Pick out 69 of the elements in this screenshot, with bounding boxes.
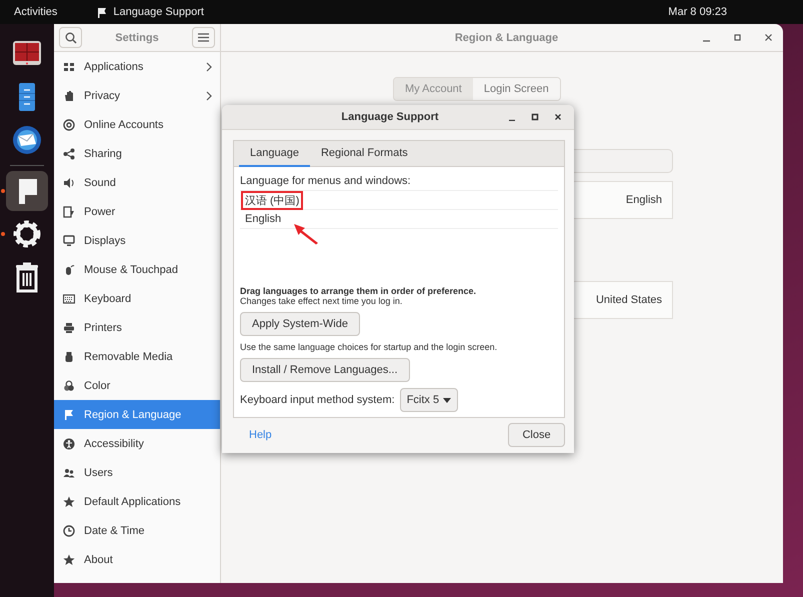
input-method-dropdown[interactable]: Fcitx 5 bbox=[400, 388, 458, 412]
usb-drive-icon bbox=[63, 350, 75, 362]
hint-text: Drag languages to arrange them in order of preference. bbox=[240, 286, 478, 296]
close-icon[interactable] bbox=[554, 113, 562, 121]
annotation-arrow bbox=[292, 223, 320, 245]
sidebar-item[interactable]: Power bbox=[54, 197, 220, 226]
window-title: Region & Language bbox=[454, 32, 560, 44]
note-text: Use the same language choices for startup and the login screen. bbox=[240, 342, 498, 352]
menu-button[interactable] bbox=[192, 27, 215, 48]
close-button[interactable]: Close bbox=[508, 423, 565, 447]
search-icon bbox=[64, 32, 76, 44]
gear-icon bbox=[11, 218, 43, 250]
menu-icon bbox=[198, 33, 209, 42]
sidebar-item[interactable]: Accessibility bbox=[54, 429, 220, 458]
sidebar-item[interactable]: Sound bbox=[54, 168, 220, 197]
sidebar-item[interactable]: Users bbox=[54, 458, 220, 487]
sidebar-item[interactable]: Sharing bbox=[54, 139, 220, 168]
clock-icon bbox=[63, 524, 75, 536]
maximize-icon[interactable] bbox=[531, 113, 539, 121]
sidebar-item[interactable]: Online Accounts bbox=[54, 110, 220, 139]
close-icon[interactable] bbox=[764, 33, 773, 42]
battery-plug-icon bbox=[63, 206, 75, 218]
apply-button[interactable]: Apply System-Wide bbox=[240, 312, 360, 336]
sidebar-item[interactable]: Displays bbox=[54, 226, 220, 255]
language-item[interactable]: English bbox=[241, 211, 286, 227]
speaker-icon bbox=[63, 176, 75, 188]
activities-button[interactable]: Activities bbox=[14, 6, 58, 18]
dialog-title: Language Support bbox=[340, 111, 440, 123]
dialog-tab[interactable]: Regional Formats bbox=[310, 141, 419, 167]
color-circles-icon bbox=[63, 380, 75, 392]
row-value: English bbox=[626, 194, 662, 206]
share-icon bbox=[63, 148, 75, 160]
sidebar-item[interactable]: Region & Language bbox=[54, 400, 220, 429]
mail-bird-icon bbox=[11, 124, 43, 156]
sidebar-item[interactable]: Date & Time bbox=[54, 516, 220, 545]
app-menu-title[interactable]: Language Support bbox=[113, 6, 204, 18]
sidebar-item[interactable]: Default Applications bbox=[54, 487, 220, 516]
sidebar-item[interactable]: Color bbox=[54, 371, 220, 400]
hand-icon bbox=[63, 90, 75, 102]
mouse-icon bbox=[63, 264, 75, 276]
sidebar-item[interactable]: Applications bbox=[54, 52, 220, 81]
sidebar-item[interactable]: Removable Media bbox=[54, 342, 220, 371]
sidebar-item[interactable]: Mouse & Touchpad bbox=[54, 255, 220, 284]
maximize-icon[interactable] bbox=[733, 33, 742, 42]
sidebar-item[interactable]: Privacy bbox=[54, 81, 220, 110]
users-icon bbox=[63, 466, 75, 478]
keyboard-icon bbox=[63, 292, 75, 304]
clock[interactable]: Mar 8 09:23 bbox=[668, 6, 727, 18]
list-label: Language for menus and windows: bbox=[240, 175, 412, 187]
language-item[interactable]: 汉语 (中国) bbox=[241, 190, 304, 210]
printer-icon bbox=[63, 322, 75, 334]
monitor-icon bbox=[63, 234, 75, 246]
sidebar-item[interactable]: Printers bbox=[54, 313, 220, 342]
sidebar-item[interactable]: About bbox=[54, 545, 220, 574]
at-sign-icon bbox=[63, 118, 75, 130]
star-icon bbox=[63, 496, 75, 508]
grid-icon bbox=[63, 60, 75, 72]
sidebar-title: Settings bbox=[115, 32, 159, 44]
sidebar-item[interactable]: Keyboard bbox=[54, 284, 220, 313]
caret-icon bbox=[443, 398, 452, 402]
accessibility-icon bbox=[63, 438, 75, 450]
field-label: Keyboard input method system: bbox=[240, 394, 395, 406]
flag-icon bbox=[97, 6, 108, 18]
note-text: Changes take effect next time you log in. bbox=[240, 296, 404, 306]
search-button[interactable] bbox=[59, 27, 82, 48]
row-value: United States bbox=[596, 294, 662, 306]
flag-icon bbox=[63, 408, 75, 420]
star-icon bbox=[63, 554, 75, 566]
install-button[interactable]: Install / Remove Languages... bbox=[240, 358, 410, 382]
